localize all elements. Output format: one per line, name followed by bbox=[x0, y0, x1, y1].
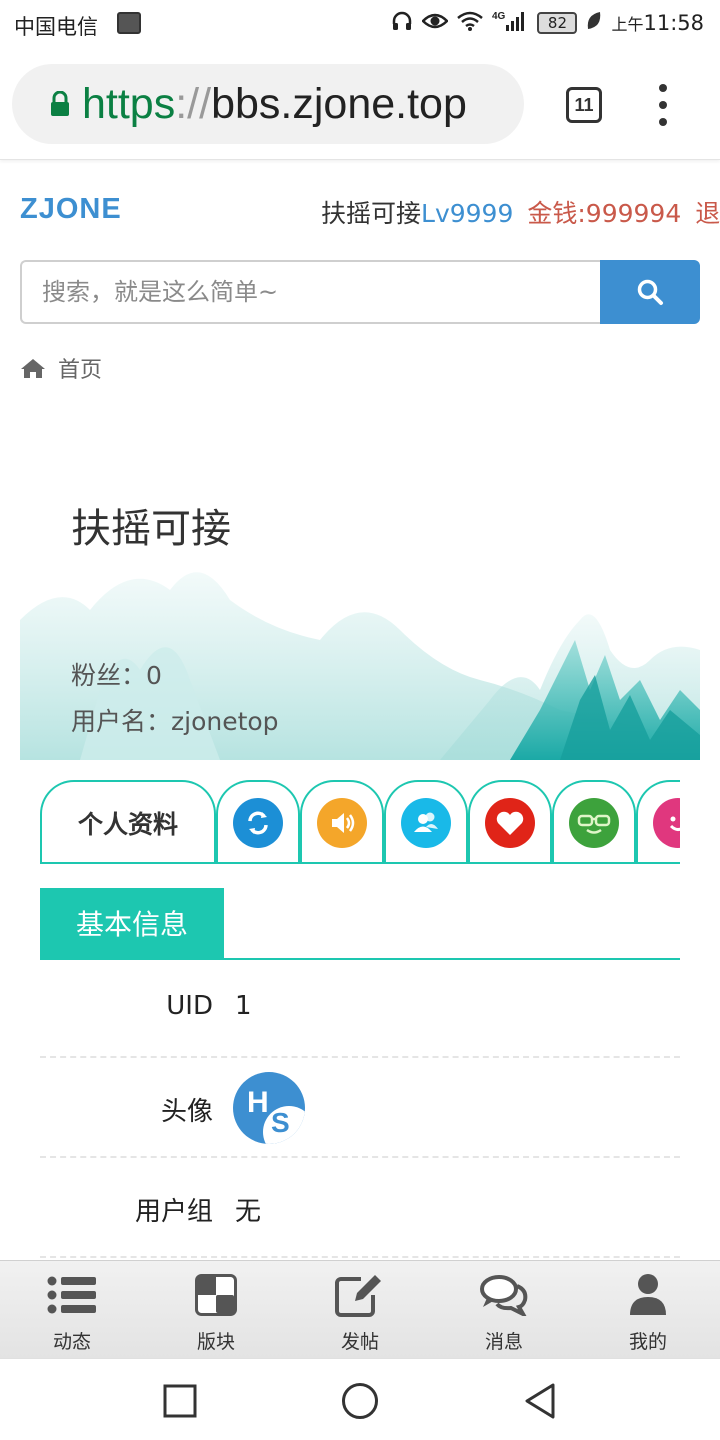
search-input[interactable] bbox=[20, 260, 602, 324]
url-host: bbs.zjone.top bbox=[211, 79, 467, 128]
uid-label: UID bbox=[166, 991, 213, 1021]
nav-item-messages[interactable]: 消息 bbox=[432, 1261, 576, 1359]
header-money: 金钱:999994 bbox=[527, 199, 682, 228]
tab-profile[interactable]: 个人资料 bbox=[40, 780, 216, 862]
clock: 上午11:58 bbox=[611, 11, 704, 35]
basic-info-section: 基本信息 bbox=[40, 888, 680, 960]
headset-icon bbox=[391, 10, 413, 35]
site-logo[interactable]: ZJONE bbox=[20, 193, 122, 226]
leaf-icon bbox=[586, 11, 602, 34]
tab-visitors[interactable] bbox=[552, 780, 636, 862]
avatar-letter-s: S bbox=[271, 1107, 290, 1138]
user-info: 扶摇可接Lv9999 金钱:999994 退 bbox=[321, 194, 720, 230]
url-text: https://bbs.zjone.top bbox=[82, 80, 467, 129]
speaker-icon bbox=[317, 798, 367, 848]
wifi-icon bbox=[457, 11, 484, 34]
breadcrumb: 首页 bbox=[20, 352, 102, 384]
nav-label-post: 发帖 bbox=[340, 1331, 379, 1353]
nav-item-post[interactable]: 发帖 bbox=[288, 1261, 432, 1359]
nav-label-feed: 动态 bbox=[52, 1331, 91, 1353]
time-value: 11:58 bbox=[643, 10, 704, 35]
url-scheme: https bbox=[82, 79, 176, 128]
uid-value: 1 bbox=[235, 991, 252, 1021]
network-type: 4G bbox=[492, 11, 506, 22]
site-header: ZJONE 扶摇可接Lv9999 金钱:999994 退 bbox=[0, 160, 720, 260]
avatar-label: 头像 bbox=[160, 1097, 213, 1127]
system-navigation-bar bbox=[0, 1358, 720, 1440]
info-row-avatar: 头像 H S bbox=[40, 1058, 680, 1158]
tab-switcher-button[interactable]: 11 bbox=[566, 87, 602, 123]
home-icon bbox=[21, 359, 45, 378]
avatar-letter-h: H bbox=[247, 1086, 269, 1119]
tab-favorites[interactable] bbox=[468, 780, 552, 862]
info-row-usergroup: 用户组 无 bbox=[40, 1158, 680, 1258]
bottom-nav: 动态 版块 发帖 消息 我的 bbox=[0, 1260, 720, 1358]
tab-profile-label: 个人资料 bbox=[77, 810, 178, 839]
heart-icon bbox=[485, 798, 535, 848]
profile-username: 用户名：zjonetop bbox=[71, 707, 279, 736]
back-button[interactable] bbox=[518, 1379, 562, 1423]
profile-name: 扶摇可接 bbox=[71, 506, 231, 552]
url-separator: :// bbox=[175, 79, 212, 128]
usergroup-value: 无 bbox=[235, 1197, 262, 1227]
search-icon bbox=[637, 279, 663, 305]
breadcrumb-home[interactable]: 首页 bbox=[58, 352, 102, 384]
eye-icon bbox=[421, 11, 450, 34]
list-icon bbox=[47, 1273, 97, 1317]
status-right: 4G 82 上午11:58 bbox=[391, 10, 704, 35]
nav-item-me[interactable]: 我的 bbox=[576, 1261, 720, 1359]
search-bar bbox=[20, 260, 700, 324]
tab-mood[interactable] bbox=[636, 780, 680, 862]
image-notification-icon bbox=[117, 12, 141, 34]
header-logout-link[interactable]: 退 bbox=[695, 199, 720, 228]
browser-address-bar: https://bbs.zjone.top 11 bbox=[0, 50, 720, 160]
edit-icon bbox=[335, 1273, 385, 1317]
nav-label-messages: 消息 bbox=[484, 1331, 523, 1353]
smile-icon bbox=[653, 798, 680, 848]
usergroup-label: 用户组 bbox=[134, 1197, 213, 1227]
nav-label-me: 我的 bbox=[628, 1331, 667, 1353]
refresh-icon bbox=[233, 798, 283, 848]
back-triangle-icon bbox=[525, 1383, 555, 1419]
grid-icon bbox=[191, 1273, 241, 1317]
nav-item-boards[interactable]: 版块 bbox=[144, 1261, 288, 1359]
header-level: Lv9999 bbox=[421, 199, 514, 228]
carrier-name: 中国电信 bbox=[14, 15, 98, 39]
friends-icon bbox=[401, 798, 451, 848]
profile-tabs: 个人资料 bbox=[40, 780, 680, 864]
glasses-face-icon bbox=[569, 798, 619, 848]
chat-icon bbox=[479, 1273, 529, 1317]
search-button[interactable] bbox=[600, 260, 700, 324]
tab-friends[interactable] bbox=[384, 780, 468, 862]
battery-level: 82 bbox=[537, 11, 578, 34]
profile-banner: 扶摇可接 粉丝：0 用户名：zjonetop bbox=[20, 440, 700, 760]
status-bar: 中国电信 4G 82 上午11:58 bbox=[0, 0, 720, 50]
circle-icon bbox=[342, 1383, 378, 1419]
header-username[interactable]: 扶摇可接 bbox=[321, 199, 421, 228]
info-row-uid: UID 1 bbox=[40, 958, 680, 1058]
signal-icon: 4G bbox=[492, 10, 528, 35]
recent-apps-button[interactable] bbox=[158, 1379, 202, 1423]
browser-menu-button[interactable] bbox=[650, 84, 676, 126]
tab-broadcast[interactable] bbox=[300, 780, 384, 862]
nav-item-feed[interactable]: 动态 bbox=[0, 1261, 144, 1359]
user-icon bbox=[623, 1273, 673, 1317]
fans-count: 粉丝：0 bbox=[71, 661, 162, 690]
home-button[interactable] bbox=[338, 1379, 382, 1423]
section-title: 基本信息 bbox=[40, 888, 224, 958]
time-prefix: 上午 bbox=[611, 14, 644, 34]
avatar[interactable]: H S bbox=[233, 1072, 305, 1144]
nav-label-boards: 版块 bbox=[196, 1331, 235, 1353]
tab-activity[interactable] bbox=[216, 780, 300, 862]
lock-icon bbox=[40, 91, 80, 117]
url-field[interactable]: https://bbs.zjone.top bbox=[12, 64, 524, 144]
square-icon bbox=[163, 1384, 197, 1418]
